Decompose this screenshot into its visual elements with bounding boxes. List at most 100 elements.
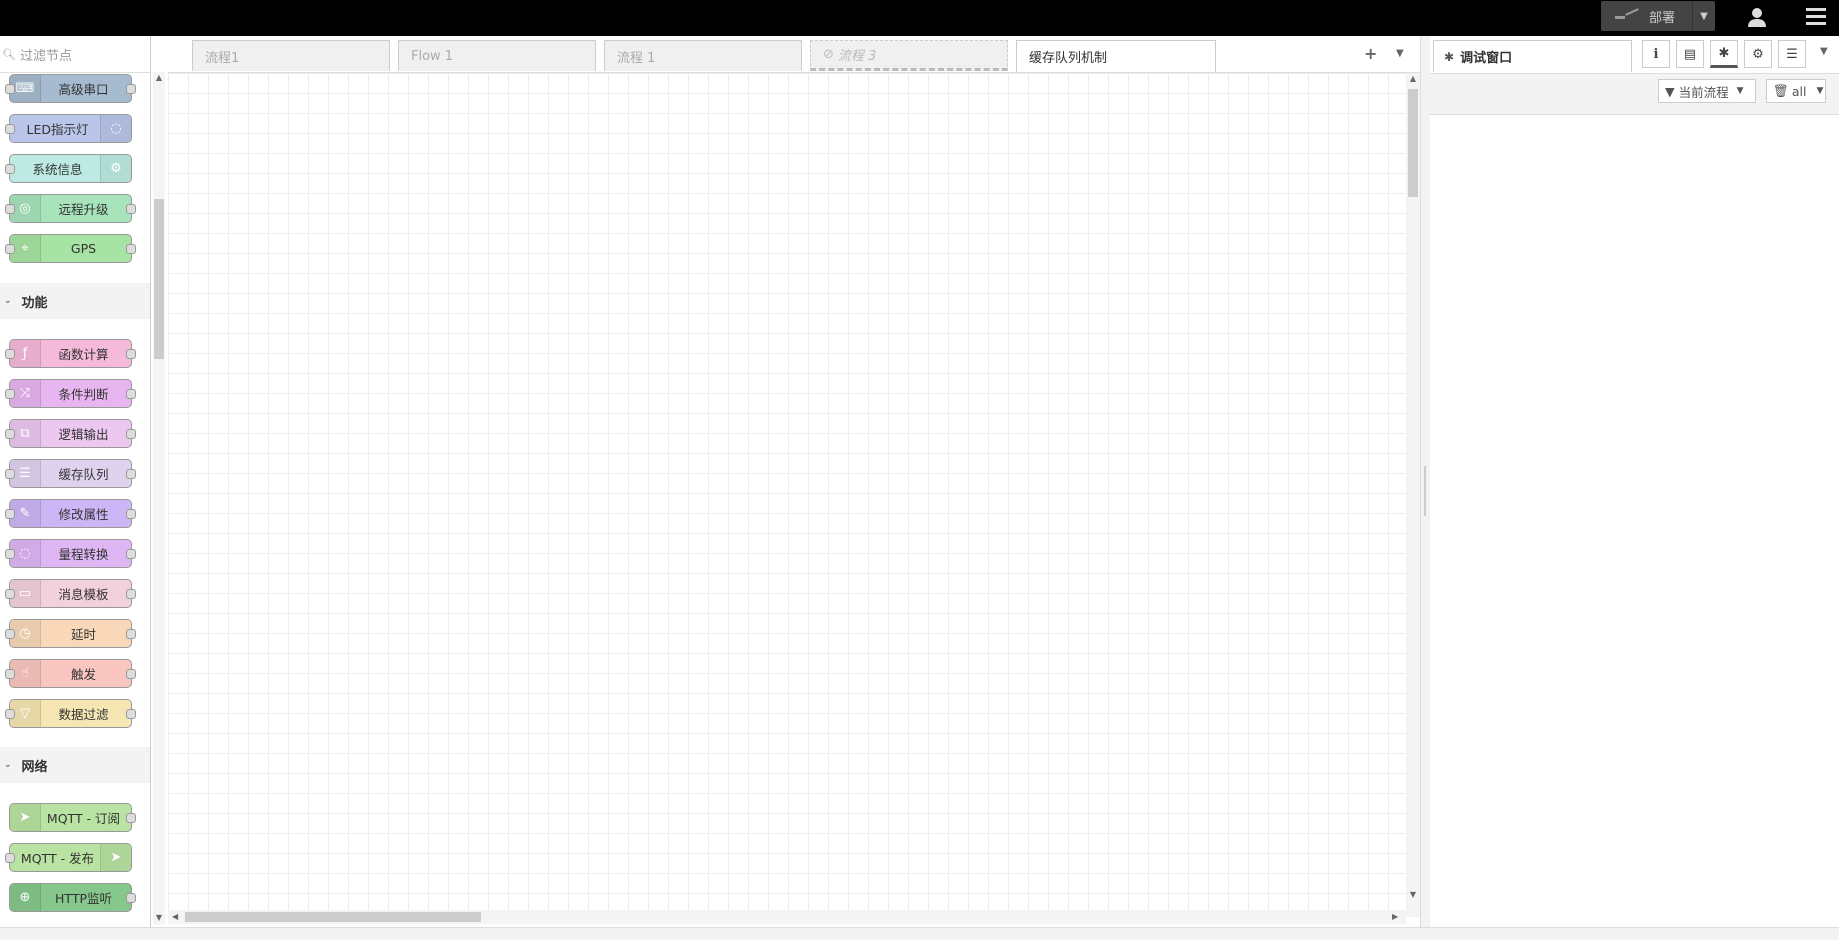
palette-node[interactable]: ⧉ 逻辑输出 [5, 419, 136, 448]
output-port[interactable] [126, 389, 136, 399]
send-icon: ➤ [100, 844, 131, 871]
deploy-label: 部署 [1649, 10, 1676, 26]
palette-node[interactable]: ☰ 缓存队列 [5, 459, 136, 488]
output-port[interactable] [126, 813, 136, 823]
footer-bar [0, 927, 1839, 940]
canvas-vscroll-thumb[interactable] [1408, 89, 1418, 197]
scroll-up-arrow-icon[interactable]: ▲ [153, 72, 165, 84]
clear-debug-button[interactable]: 🗑︎ all ▼ [1766, 79, 1826, 103]
palette-node[interactable]: ▭ 消息模板 [5, 579, 136, 608]
input-port[interactable] [5, 84, 15, 94]
palette-node[interactable]: ◷ 延时 [5, 619, 136, 648]
workspace-tabs: 流程1 Flow 1 流程 1 ⊘ 流程 3 缓存队列机制 + ▼ [168, 36, 1422, 73]
help-button[interactable]: ▤ [1676, 40, 1704, 68]
tab-label: 流程 3 [837, 49, 877, 64]
tab-flow-3[interactable]: 流程 1 [604, 40, 802, 71]
input-port[interactable] [5, 589, 15, 599]
input-port[interactable] [5, 389, 15, 399]
palette-node[interactable]: ⤨ 条件判断 [5, 379, 136, 408]
output-port[interactable] [126, 429, 136, 439]
canvas-horizontal-scrollbar[interactable]: ◀ ▶ [168, 910, 1406, 924]
output-port[interactable] [126, 709, 136, 719]
sidebar-menu-caret-icon[interactable]: ▼ [1820, 46, 1828, 57]
output-port[interactable] [126, 669, 136, 679]
input-port[interactable] [5, 204, 15, 214]
palette-node[interactable]: ➤ MQTT - 订阅 [9, 803, 136, 832]
palette-node[interactable]: ➤ MQTT - 发布 [5, 843, 132, 872]
palette-node[interactable]: ◎ 远程升级 [5, 194, 136, 223]
scroll-down-arrow-icon[interactable]: ▼ [153, 912, 165, 924]
palette-node[interactable]: ◌ 量程转换 [5, 539, 136, 568]
palette-node[interactable]: ⌖ GPS [5, 234, 136, 263]
canvas-hscroll-thumb[interactable] [185, 912, 481, 922]
input-port[interactable] [5, 629, 15, 639]
deploy-menu-caret[interactable]: ▼ [1692, 1, 1715, 31]
output-port[interactable] [126, 84, 136, 94]
input-port[interactable] [5, 853, 15, 863]
palette-node[interactable]: ⚙ 系统信息 [5, 154, 132, 183]
palette-category-header[interactable]: ⌄ 功能 [0, 283, 150, 319]
palette-scroll-thumb[interactable] [154, 199, 164, 359]
input-port[interactable] [5, 549, 15, 559]
user-icon[interactable] [1745, 5, 1769, 29]
input-port[interactable] [5, 669, 15, 679]
palette-node[interactable]: ⌨ 高级串口 [5, 74, 136, 103]
scroll-left-arrow-icon[interactable]: ◀ [172, 910, 178, 924]
palette-node[interactable]: ☝ 触发 [5, 659, 136, 688]
input-port[interactable] [5, 469, 15, 479]
output-port[interactable] [126, 244, 136, 254]
palette-node[interactable]: ✎ 修改属性 [5, 499, 136, 528]
input-port[interactable] [5, 124, 15, 134]
palette-node[interactable]: ▽ 数据过滤 [5, 699, 136, 728]
scroll-right-arrow-icon[interactable]: ▶ [1392, 910, 1398, 924]
output-port[interactable] [126, 549, 136, 559]
tab-flow-2[interactable]: Flow 1 [398, 40, 596, 71]
palette-filter[interactable]: 🔍︎ 过滤节点 [0, 36, 150, 73]
output-port[interactable] [126, 469, 136, 479]
input-port[interactable] [5, 509, 15, 519]
output-port[interactable] [126, 589, 136, 599]
deploy-button[interactable]: 部署 ▼ [1601, 1, 1715, 31]
palette-node[interactable]: ƒ 函数计算 [5, 339, 136, 368]
tab-label: Flow 1 [411, 48, 454, 64]
palette-category-label: 功能 [21, 295, 48, 311]
input-port[interactable] [5, 429, 15, 439]
debug-button[interactable]: ✱ [1710, 40, 1738, 68]
node-palette: 🔍︎ 过滤节点 ⌨ 高级串口 ◌ LED指示灯 ⚙ 系统信息 ◎ 远程升级 ⌖ GPS ⌄ 功能 ƒ 函数… [0, 36, 151, 939]
tab-flow-1[interactable]: 流程1 [192, 40, 390, 71]
sidebar-tab-label: 调试窗口 [1460, 51, 1513, 66]
context-button[interactable]: ☰ [1778, 40, 1806, 68]
config-button[interactable]: ⚙ [1744, 40, 1772, 68]
output-port[interactable] [126, 893, 136, 903]
send-icon: ➤ [10, 804, 41, 831]
add-tab-icon[interactable]: + [1364, 44, 1377, 63]
separator-grip[interactable] [1424, 466, 1426, 516]
info-button[interactable]: i [1642, 40, 1670, 68]
tab-flow-disabled[interactable]: ⊘ 流程 3 [810, 40, 1008, 71]
input-port[interactable] [5, 709, 15, 719]
input-port[interactable] [5, 349, 15, 359]
chevron-down-icon: ▼ [1816, 86, 1824, 96]
flow-canvas[interactable] [168, 73, 1406, 917]
palette-scrollbar[interactable]: ▲ ▼ [153, 72, 165, 924]
trash-icon: 🗑︎ [1773, 83, 1789, 98]
output-port[interactable] [126, 509, 136, 519]
debug-filter-button[interactable]: ▼ 当前流程 ▼ [1658, 79, 1756, 103]
output-port[interactable] [126, 629, 136, 639]
canvas-vertical-scrollbar[interactable]: ▲ ▼ [1406, 73, 1420, 917]
palette-category-header[interactable]: ⌄ 网络 [0, 747, 150, 783]
clear-label: all [1791, 83, 1807, 99]
palette-node[interactable]: ⊕ HTTP监听 [9, 883, 136, 912]
palette-node[interactable]: ◌ LED指示灯 [5, 114, 132, 143]
output-port[interactable] [126, 349, 136, 359]
tab-list-caret-icon[interactable]: ▼ [1396, 48, 1404, 59]
main-menu-icon[interactable] [1806, 8, 1826, 26]
input-port[interactable] [5, 164, 15, 174]
scroll-down-arrow-icon[interactable]: ▼ [1406, 890, 1420, 899]
filter-icon: ▼ [1665, 83, 1675, 99]
output-port[interactable] [126, 204, 136, 214]
tab-flow-active[interactable]: 缓存队列机制 [1016, 40, 1216, 72]
scroll-up-arrow-icon[interactable]: ▲ [1406, 74, 1420, 83]
tab-debug[interactable]: ✱ 调试窗口 [1433, 40, 1632, 72]
input-port[interactable] [5, 244, 15, 254]
